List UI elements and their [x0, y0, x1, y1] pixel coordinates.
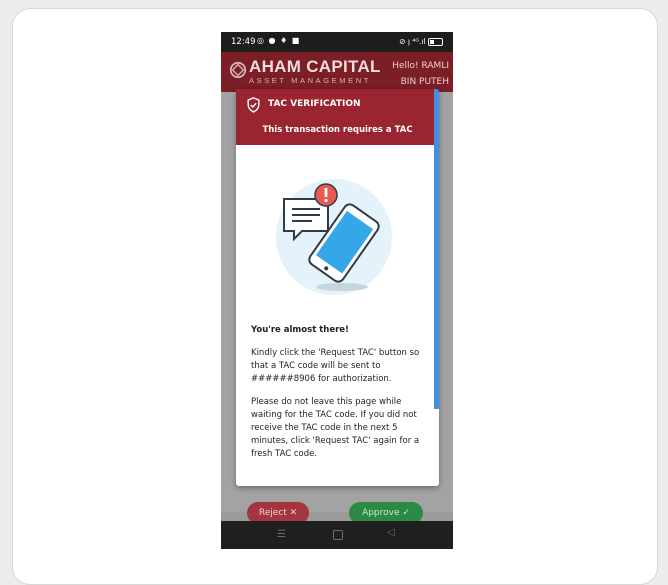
whatsapp-icon: ◎: [257, 36, 265, 45]
greeting-line2: BIN PUTEH: [400, 77, 449, 87]
greeting-line1: Hello! RAMLI: [392, 61, 449, 71]
user-greeting: Hello! RAMLI BIN PUTEH: [392, 58, 449, 90]
modal-scrollbar[interactable]: [434, 89, 439, 409]
modal-heading: You're almost there!: [251, 325, 349, 335]
message-icon: ●: [268, 36, 277, 45]
notification-icon: ♦: [280, 36, 289, 45]
menu-icon[interactable]: ☰: [277, 529, 286, 540]
status-bar: 12:49 ◎ ● ♦ ■ ⊘ ꞁ ⁴ᴳ.ıl: [221, 32, 453, 52]
modal-body: You're almost there! Kindly click the 'R…: [251, 324, 431, 471]
warning-paragraph: Please do not leave this page while wait…: [251, 397, 420, 459]
brand-logo: AHAM CAPITAL ASSET MANAGEMENT: [249, 57, 381, 86]
status-notification-icons: ◎ ● ♦ ■: [257, 36, 300, 45]
modal-header: TAC VERIFICATION This transaction requir…: [236, 89, 439, 145]
signal-icons: ⊘ ꞁ ⁴ᴳ.ıl: [399, 37, 426, 46]
home-icon[interactable]: [333, 530, 343, 540]
status-time: 12:49: [231, 37, 256, 47]
battery-icon: [428, 38, 443, 46]
back-icon[interactable]: ◁: [387, 527, 395, 538]
brand-name: AHAM CAPITAL: [249, 57, 381, 76]
tac-verification-modal: TAC VERIFICATION This transaction requir…: [236, 89, 439, 486]
action-bar: Reject ✕ Approve ✓: [221, 502, 453, 524]
brand-tagline: ASSET MANAGEMENT: [249, 76, 371, 85]
instruction-paragraph: Kindly click the 'Request TAC' button so…: [251, 348, 420, 384]
modal-title: TAC VERIFICATION: [268, 99, 361, 109]
app-header: AHAM CAPITAL ASSET MANAGEMENT Hello! RAM…: [221, 52, 453, 92]
aham-logo-icon: [229, 61, 247, 79]
android-nav-bar: ☰ ◁: [221, 521, 453, 549]
gallery-icon: ■: [291, 36, 301, 45]
shield-check-icon: [247, 97, 260, 113]
modal-subtitle: This transaction requires a TAC: [262, 125, 413, 135]
phone-alert-illustration: [276, 179, 392, 295]
phone-screen: 12:49 ◎ ● ♦ ■ ⊘ ꞁ ⁴ᴳ.ıl AHAM CAPITAL ASS…: [221, 32, 453, 549]
status-system-icons: ⊘ ꞁ ⁴ᴳ.ıl: [399, 37, 443, 46]
